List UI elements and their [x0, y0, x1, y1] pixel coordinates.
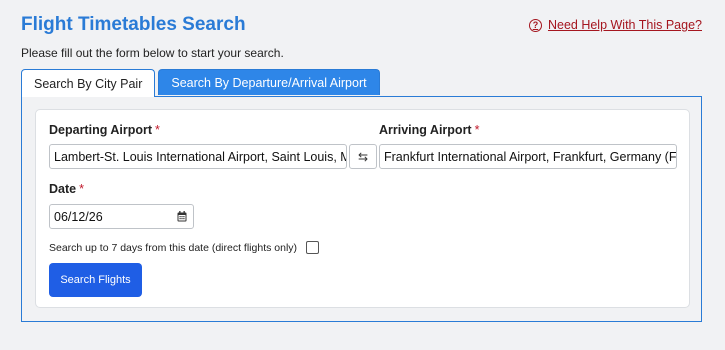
help-link-label: Need Help With This Page?	[547, 18, 702, 32]
flex-search-checkbox[interactable]	[306, 241, 320, 254]
search-form: Departing Airport * Lambert-St. Louis Int…	[35, 109, 690, 308]
departing-airport-input[interactable]: Lambert-St. Louis International Airport,…	[49, 144, 347, 169]
page-title: Flight Timetables Search	[21, 14, 246, 35]
help-link[interactable]: ? Need Help With This Page?	[528, 18, 702, 32]
arriving-airport-input[interactable]: Frankfurt International Airport, Frankfu…	[379, 144, 677, 169]
date-input[interactable]: 06/12/26	[49, 204, 194, 229]
flex-search-option: Search up to 7 days from this date (dire…	[49, 241, 320, 254]
tab-panel: Departing Airport * Lambert-St. Louis Int…	[21, 96, 702, 322]
instructions-text: Please fill out the form below to start …	[21, 46, 284, 60]
tab-city-pair[interactable]: Search By City Pair	[21, 69, 156, 97]
required-marker: *	[155, 123, 160, 137]
departing-airport-label: Departing Airport *	[49, 123, 160, 137]
arriving-airport-label: Arriving Airport *	[379, 123, 480, 137]
search-flights-button[interactable]: Search Flights	[49, 263, 142, 297]
required-marker: *	[474, 123, 480, 137]
swap-arrows-icon: ⇆	[357, 149, 369, 164]
required-marker: *	[79, 182, 84, 196]
search-tabs: Search By City Pair Search By Departure/…	[21, 69, 380, 97]
flex-search-label: Search up to 7 days from this date (dire…	[49, 241, 298, 254]
tab-departure-arrival-airport[interactable]: Search By Departure/Arrival Airport	[158, 69, 380, 95]
question-circle-icon: ?	[528, 18, 542, 32]
calendar-icon[interactable]	[177, 211, 187, 222]
swap-airports-button[interactable]: ⇆	[349, 144, 377, 169]
date-label: Date *	[49, 182, 84, 196]
